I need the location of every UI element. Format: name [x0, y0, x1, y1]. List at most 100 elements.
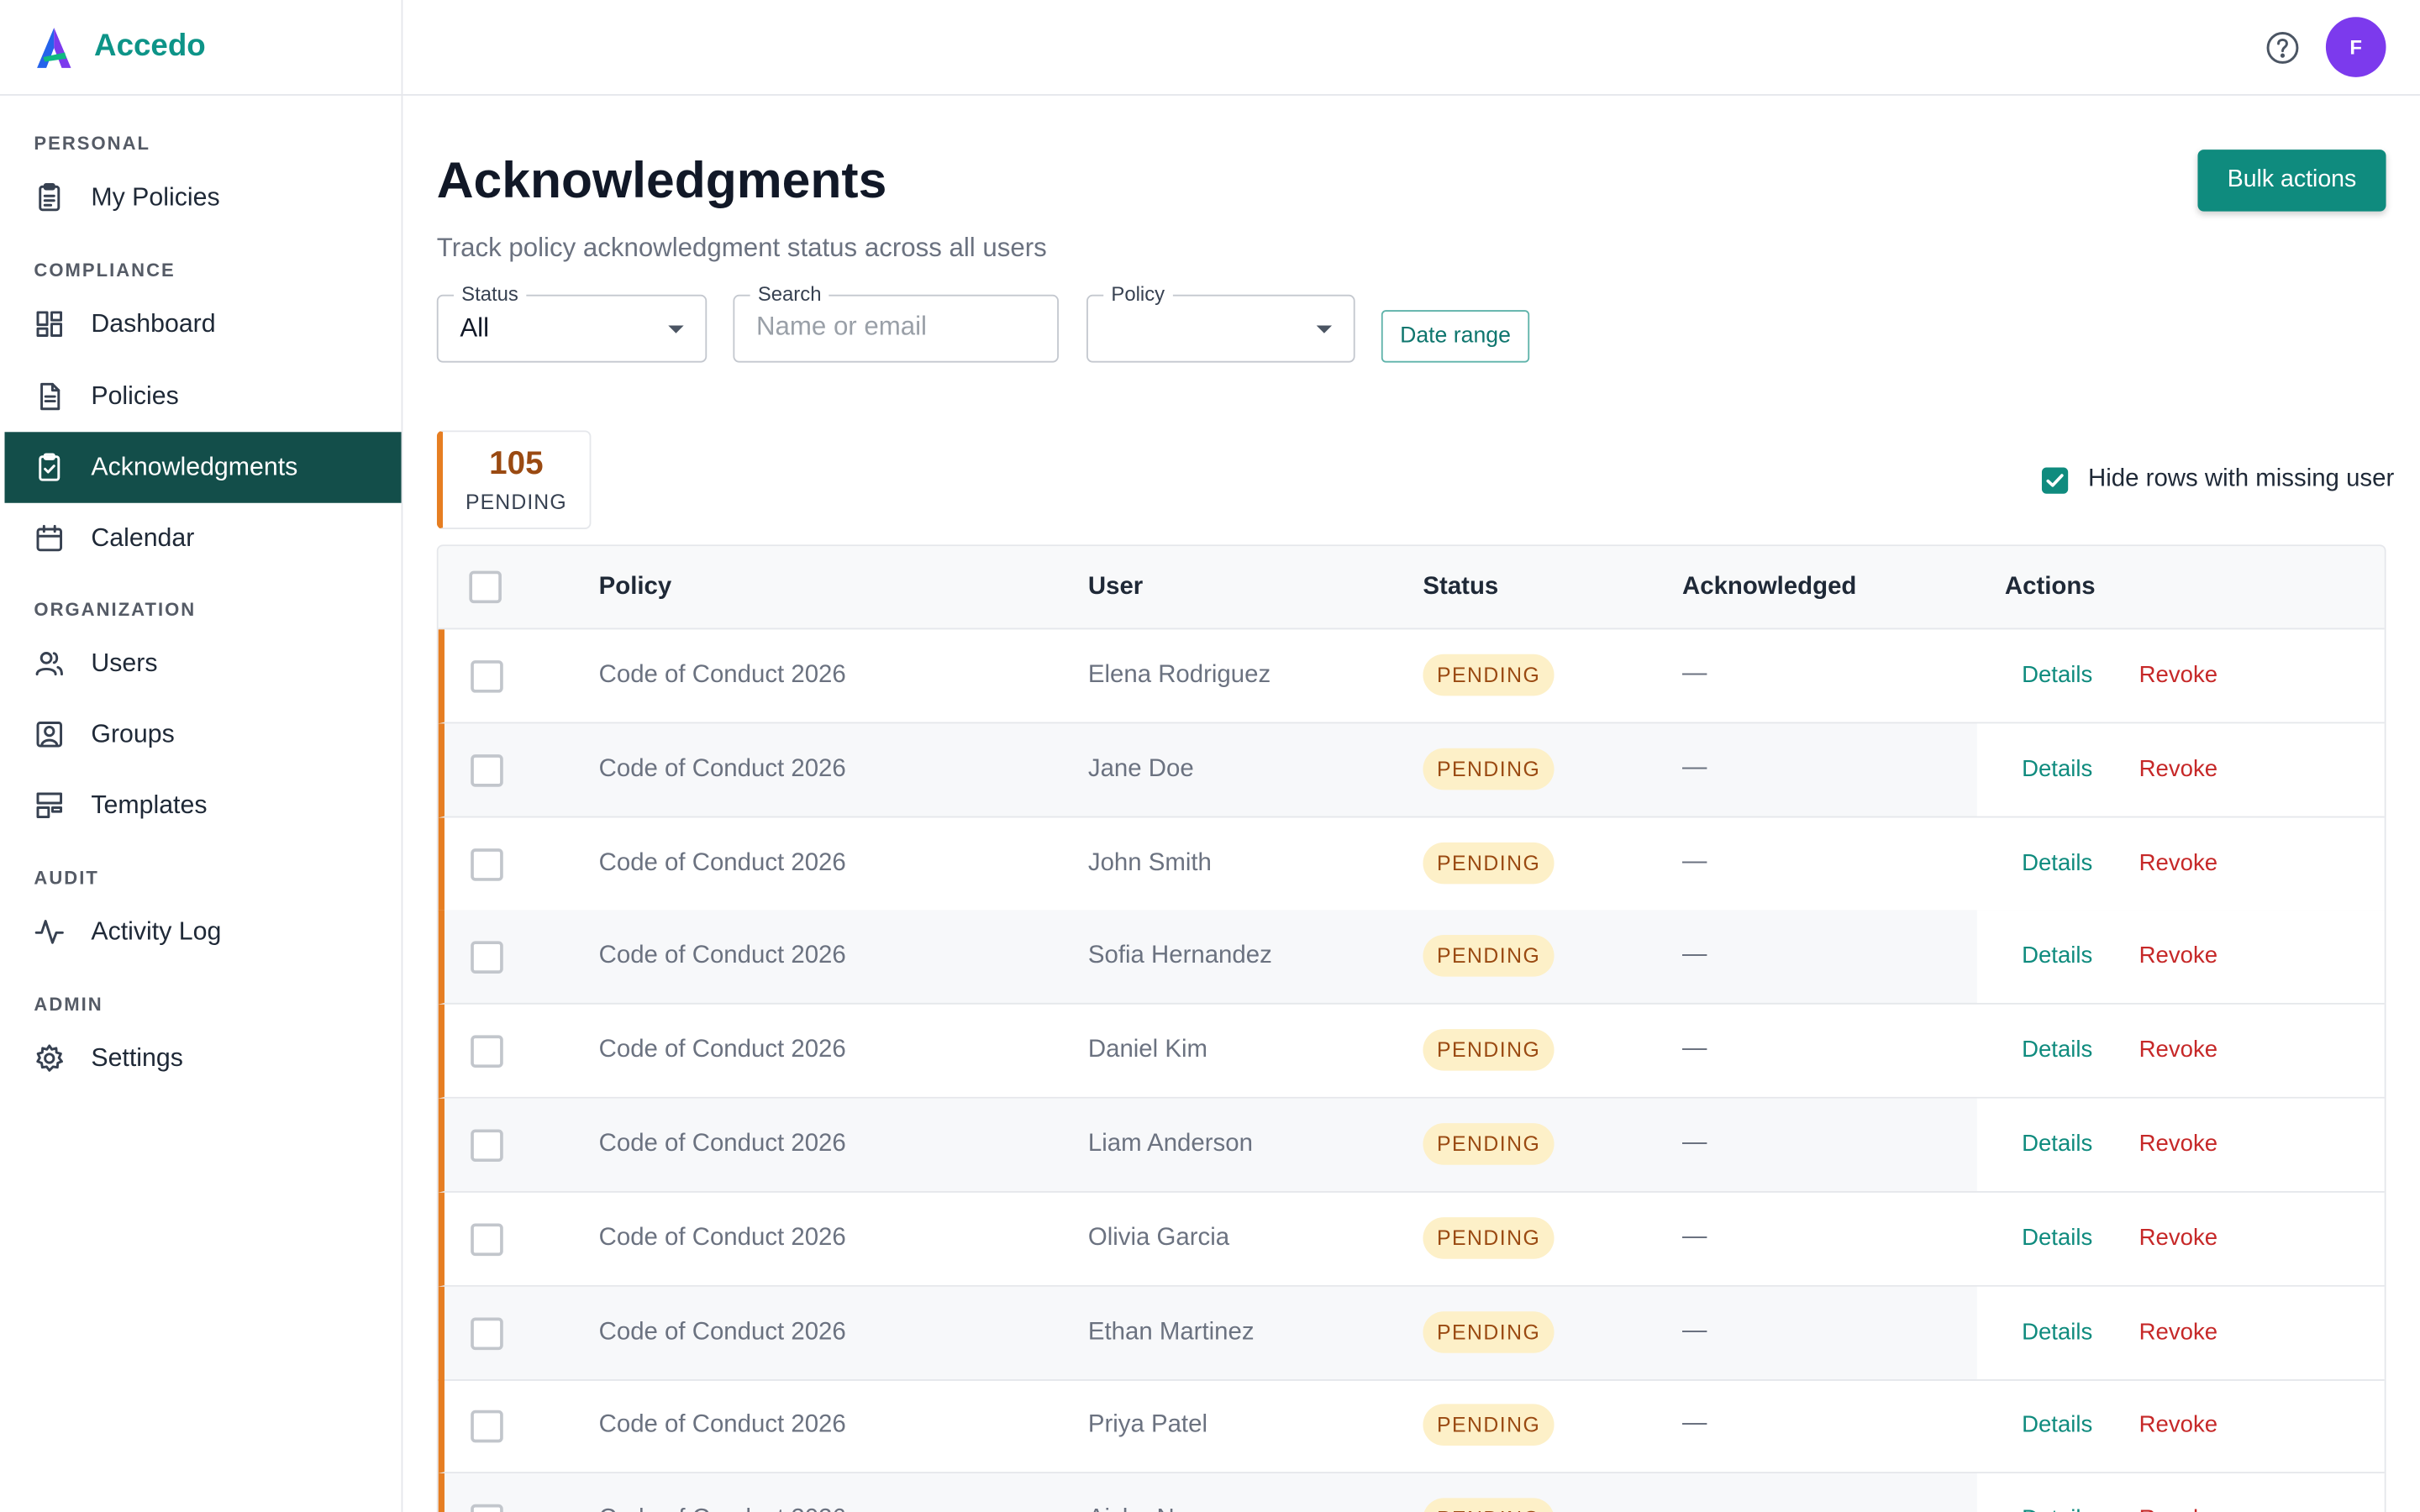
table-header: Policy User Status Acknowledged Actions — [438, 546, 2385, 630]
sidebar-item-policies[interactable]: Policies — [5, 361, 402, 432]
details-link[interactable]: Details — [2022, 1506, 2092, 1512]
user-cell: Olivia Garcia — [1087, 1224, 1230, 1252]
policy-select[interactable]: Policy — [1086, 282, 1355, 363]
search-input[interactable] — [755, 312, 1034, 343]
details-link[interactable]: Details — [2022, 662, 2092, 688]
status-badge: PENDING — [1423, 1498, 1555, 1512]
column-header-policy[interactable]: Policy — [599, 574, 672, 601]
date-range-button[interactable]: Date range — [1381, 310, 1530, 363]
table-row[interactable]: Code of Conduct 2026 Sofia Hernandez PENDI… — [438, 911, 2385, 1005]
avatar[interactable]: F — [2325, 17, 2386, 77]
acknowledged-cell: — — [1682, 1129, 1707, 1156]
status-select[interactable]: Status All — [436, 282, 708, 363]
row-checkbox[interactable] — [471, 1129, 503, 1163]
status-select-value: All — [460, 312, 490, 343]
revoke-link[interactable]: Revoke — [2139, 943, 2217, 969]
column-header-status[interactable]: Status — [1423, 574, 1498, 601]
user-cell: Priya Patel — [1087, 1412, 1207, 1439]
nav-section-personal: PERSONAL — [34, 132, 151, 155]
status-badge: PENDING — [1423, 748, 1555, 790]
sidebar-item-label: Users — [91, 648, 158, 677]
page-subtitle: Track policy acknowledgment status acros… — [436, 233, 1047, 263]
details-link[interactable]: Details — [2022, 1412, 2092, 1438]
policy-cell: Code of Conduct 2026 — [598, 942, 846, 970]
acknowledged-cell: — — [1682, 660, 1707, 687]
table-row[interactable]: Code of Conduct 2026 Liam Anderson PENDING… — [438, 1098, 2385, 1193]
help-icon[interactable] — [2264, 29, 2301, 66]
table-row[interactable]: Code of Conduct 2026 Daniel Kim PENDING — De… — [438, 1005, 2385, 1100]
policy-cell: Code of Conduct 2026 — [599, 1506, 846, 1512]
column-header-user[interactable]: User — [1088, 574, 1143, 601]
row-checkbox[interactable] — [471, 753, 503, 787]
details-link[interactable]: Details — [2022, 1131, 2092, 1157]
table-row[interactable]: Code of Conduct 2026 Olivia Garcia PENDING… — [438, 1192, 2385, 1287]
sidebar-item-label: Templates — [91, 790, 208, 819]
sidebar-item-settings[interactable]: Settings — [5, 1023, 402, 1094]
acknowledged-cell: — — [1682, 753, 1707, 780]
row-checkbox[interactable] — [471, 1035, 503, 1068]
row-checkbox[interactable] — [471, 1223, 503, 1256]
table-row[interactable]: Code of Conduct 2026 Ethan Martinez PENDIN… — [438, 1286, 2385, 1381]
revoke-link[interactable]: Revoke — [2139, 849, 2217, 875]
row-checkbox[interactable] — [471, 1504, 503, 1512]
user-square-icon — [34, 719, 65, 750]
row-checkbox[interactable] — [471, 1316, 503, 1350]
policy-cell: Code of Conduct 2026 — [598, 1412, 846, 1439]
user-cell: Aisha N — [1088, 1506, 1175, 1512]
details-link[interactable]: Details — [2022, 756, 2092, 782]
table-row[interactable]: Code of Conduct 2026 Aisha N PENDING — Detai… — [438, 1473, 2385, 1512]
user-cell: Liam Anderson — [1087, 1131, 1253, 1158]
nav-section-admin: ADMIN — [34, 993, 103, 1016]
sidebar-item-label: Acknowledgments — [91, 453, 298, 481]
pending-summary-card[interactable]: 105 PENDING — [436, 430, 592, 529]
sidebar-item-acknowledgments[interactable]: Acknowledgments — [4, 432, 402, 503]
details-link[interactable]: Details — [2022, 849, 2092, 875]
status-badge: PENDING — [1423, 842, 1555, 884]
status-badge: PENDING — [1423, 654, 1555, 696]
details-link[interactable]: Details — [2022, 1225, 2092, 1251]
nav-section-organization: ORGANIZATION — [34, 598, 197, 621]
row-checkbox[interactable] — [471, 1410, 503, 1444]
revoke-link[interactable]: Revoke — [2139, 662, 2217, 688]
policy-cell: Code of Conduct 2026 — [598, 1318, 846, 1345]
revoke-link[interactable]: Revoke — [2139, 1225, 2217, 1251]
policy-cell: Code of Conduct 2026 — [598, 849, 846, 876]
bulk-actions-button[interactable]: Bulk actions — [2197, 150, 2386, 212]
sidebar-item-calendar[interactable]: Calendar — [5, 503, 402, 574]
revoke-link[interactable]: Revoke — [2139, 1319, 2217, 1345]
sidebar-item-templates[interactable]: Templates — [5, 770, 402, 841]
status-badge: PENDING — [1423, 1123, 1555, 1165]
details-link[interactable]: Details — [2022, 943, 2092, 969]
brand[interactable]: Accedo — [0, 0, 402, 96]
status-badge: PENDING — [1423, 1029, 1555, 1072]
sidebar-item-groups[interactable]: Groups — [5, 699, 402, 769]
details-link[interactable]: Details — [2022, 1319, 2092, 1345]
accedo-logo-icon — [37, 27, 71, 67]
sidebar-item-users[interactable]: Users — [5, 628, 402, 699]
details-link[interactable]: Details — [2022, 1037, 2092, 1063]
nav-section-compliance: COMPLIANCE — [34, 259, 176, 281]
table-row[interactable]: Code of Conduct 2026 John Smith PENDING — De… — [438, 816, 2385, 911]
row-checkbox[interactable] — [471, 848, 503, 881]
hide-missing-checkbox[interactable] — [2041, 467, 2069, 494]
sidebar-item-activity-log[interactable]: Activity Log — [5, 896, 402, 967]
revoke-link[interactable]: Revoke — [2139, 756, 2217, 782]
acknowledged-cell: — — [1682, 848, 1707, 874]
select-all-checkbox[interactable] — [469, 570, 502, 604]
sidebar-item-my-policies[interactable]: My Policies — [5, 162, 402, 233]
column-header-acknowledged[interactable]: Acknowledged — [1682, 574, 1856, 601]
table-row[interactable]: Code of Conduct 2026 Priya Patel PENDING — D… — [438, 1379, 2385, 1474]
sidebar-item-dashboard[interactable]: Dashboard — [5, 288, 402, 359]
table-row[interactable]: Code of Conduct 2026 Jane Doe PENDING — Deta… — [438, 723, 2385, 818]
revoke-link[interactable]: Revoke — [2139, 1412, 2217, 1438]
policy-select-label: Policy — [1103, 282, 1173, 307]
table-row[interactable]: Code of Conduct 2026 Elena Rodriguez PENDI… — [438, 629, 2385, 724]
row-checkbox[interactable] — [471, 942, 503, 974]
revoke-link[interactable]: Revoke — [2139, 1037, 2217, 1063]
search-field: Search — [733, 282, 1059, 363]
revoke-link[interactable]: Revoke — [2139, 1131, 2217, 1157]
row-checkbox[interactable] — [471, 660, 503, 693]
check-icon — [2046, 474, 2064, 487]
app-root: Accedo PERSONAL My Policies COMPLIANCE D… — [0, 0, 2420, 1512]
revoke-link[interactable]: Revoke — [2139, 1506, 2217, 1512]
